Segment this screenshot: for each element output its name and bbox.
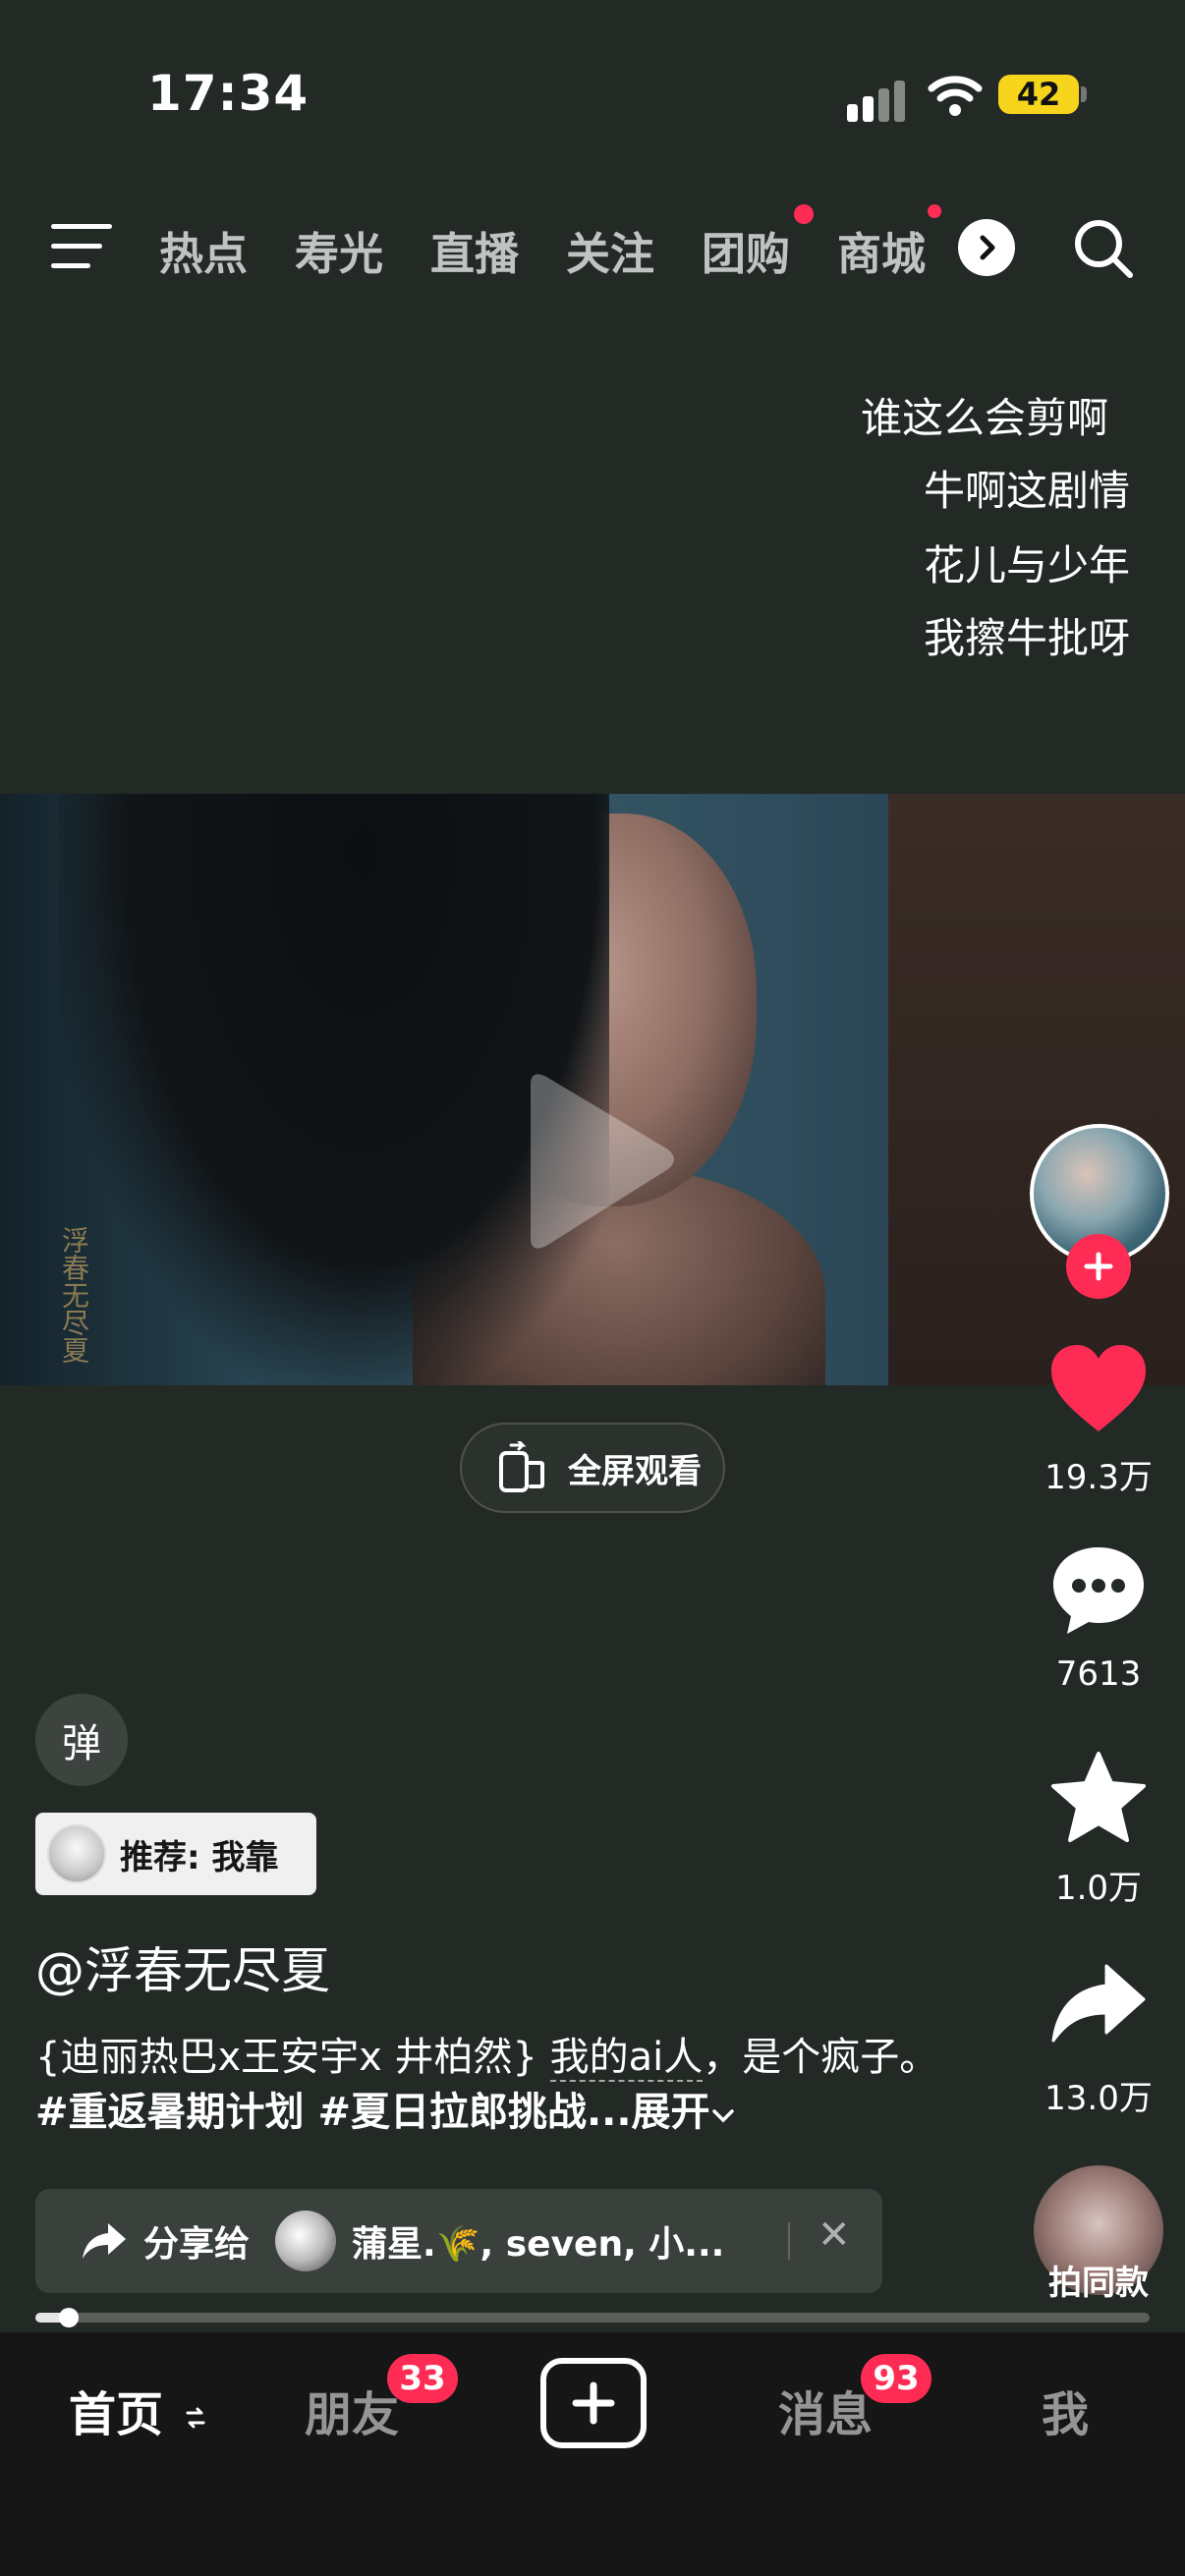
favorite-count: 1.0万	[1054, 1869, 1143, 1908]
danmaku-toggle-button[interactable]: 弹	[35, 1694, 128, 1786]
share-arrow-icon	[1051, 1964, 1146, 2043]
comment-button[interactable]	[1040, 1537, 1157, 1645]
tab-hot[interactable]: 热点	[159, 218, 248, 282]
search-icon[interactable]	[1071, 216, 1136, 281]
recommend-chip[interactable]: 推荐: 我靠	[35, 1813, 316, 1895]
tab-home-label: 首页	[69, 2387, 164, 2442]
share-to-label: 分享给	[143, 2224, 251, 2265]
status-time: 17:34	[147, 65, 310, 122]
heart-icon	[1051, 1345, 1146, 1431]
caption-link[interactable]: 我的ai人	[549, 2035, 704, 2082]
danmaku-comment: 我擦牛批呀	[923, 614, 1130, 662]
video-background-panel	[888, 794, 1185, 1385]
like-count: 19.3万	[1044, 1458, 1153, 1497]
favorite-button[interactable]	[1040, 1743, 1157, 1851]
wifi-icon	[928, 73, 983, 118]
chevron-down-icon	[711, 2109, 734, 2123]
tab-live[interactable]: 直播	[430, 218, 519, 282]
share-suggestion-bar[interactable]: 分享给 蒲星.🌾, seven, 小... ✕	[35, 2189, 882, 2293]
caption-text-2: ，是个疯子。	[703, 2035, 939, 2080]
menu-icon[interactable]	[51, 224, 112, 269]
battery-level: 42	[1016, 76, 1061, 113]
share-count: 13.0万	[1044, 2079, 1153, 2118]
share-divider	[788, 2222, 790, 2260]
plus-icon	[572, 2381, 615, 2425]
messages-badge: 93	[861, 2354, 931, 2403]
friends-badge: 33	[387, 2354, 458, 2403]
video-watermark: 浮春无尽夏	[58, 1226, 90, 1364]
nav-more-button[interactable]	[958, 219, 1015, 276]
danmaku-comment: 花儿与少年	[923, 541, 1130, 589]
danmaku-comment: 牛啊这剧情	[923, 467, 1130, 515]
author-name[interactable]: @浮春无尽夏	[35, 1932, 330, 2002]
tab-messages[interactable]: 消息	[778, 2376, 873, 2444]
battery-icon: 42	[998, 75, 1079, 114]
share-recipients: 蒲星.🌾, seven, 小...	[352, 2224, 725, 2265]
follow-button[interactable]	[1066, 1234, 1131, 1299]
fullscreen-button[interactable]: 全屏观看	[460, 1423, 725, 1513]
plus-icon	[1084, 1252, 1113, 1281]
tab-following[interactable]: 关注	[566, 218, 654, 282]
expand-label: 展开	[631, 2090, 710, 2135]
fullscreen-label: 全屏观看	[568, 1451, 702, 1491]
create-button[interactable]	[540, 2358, 647, 2448]
close-icon[interactable]: ✕	[818, 2212, 851, 2258]
caption-text: {迪丽热巴x王安宇x 井柏然}	[35, 2035, 550, 2080]
chevron-right-icon	[980, 235, 995, 260]
danmaku-toggle-label: 弹	[62, 1721, 101, 1766]
expand-caption-button[interactable]: 展开	[632, 2090, 736, 2135]
tab-group-buy[interactable]: 团购	[702, 218, 790, 282]
comment-icon	[1053, 1547, 1144, 1634]
share-recipient-avatar	[275, 2211, 337, 2271]
signal-icon	[847, 79, 910, 122]
share-button[interactable]	[1040, 1949, 1157, 2057]
danmaku-comment: 谁这么会剪啊	[860, 394, 1108, 442]
recommend-label: 推荐: 我靠	[120, 1837, 279, 1877]
comment-count: 7613	[1055, 1654, 1142, 1694]
video-progress-track[interactable]	[35, 2313, 1150, 2323]
tab-shouguang[interactable]: 寿光	[295, 218, 383, 282]
tab-friends[interactable]: 朋友	[305, 2376, 399, 2444]
caption-hashtags[interactable]: #重返暑期计划 #夏日拉郎挑战...	[35, 2090, 632, 2135]
tab-mall-dot	[928, 204, 941, 218]
video-player[interactable]: 浮春无尽夏	[0, 794, 1185, 1385]
play-icon[interactable]	[511, 1069, 678, 1256]
tab-me[interactable]: 我	[1042, 2376, 1089, 2444]
share-arrow-icon	[83, 2223, 126, 2259]
star-icon	[1051, 1752, 1146, 1842]
same-style-label: 拍同款	[1048, 2264, 1149, 2303]
rotate-screen-icon	[499, 1441, 544, 1492]
tab-mall[interactable]: 商城	[837, 218, 935, 282]
battery-tip	[1081, 86, 1087, 102]
like-button[interactable]	[1040, 1334, 1157, 1442]
video-progress-thumb[interactable]	[59, 2308, 79, 2327]
tab-group-buy-dot	[794, 204, 814, 224]
swap-icon	[186, 2407, 205, 2429]
video-caption[interactable]: {迪丽热巴x王安宇x 井柏然} 我的ai人，是个疯子。 #重返暑期计划 #夏日拉…	[35, 2030, 939, 2140]
tab-home[interactable]: 首页	[69, 2376, 207, 2444]
recommender-avatar	[47, 1824, 106, 1883]
